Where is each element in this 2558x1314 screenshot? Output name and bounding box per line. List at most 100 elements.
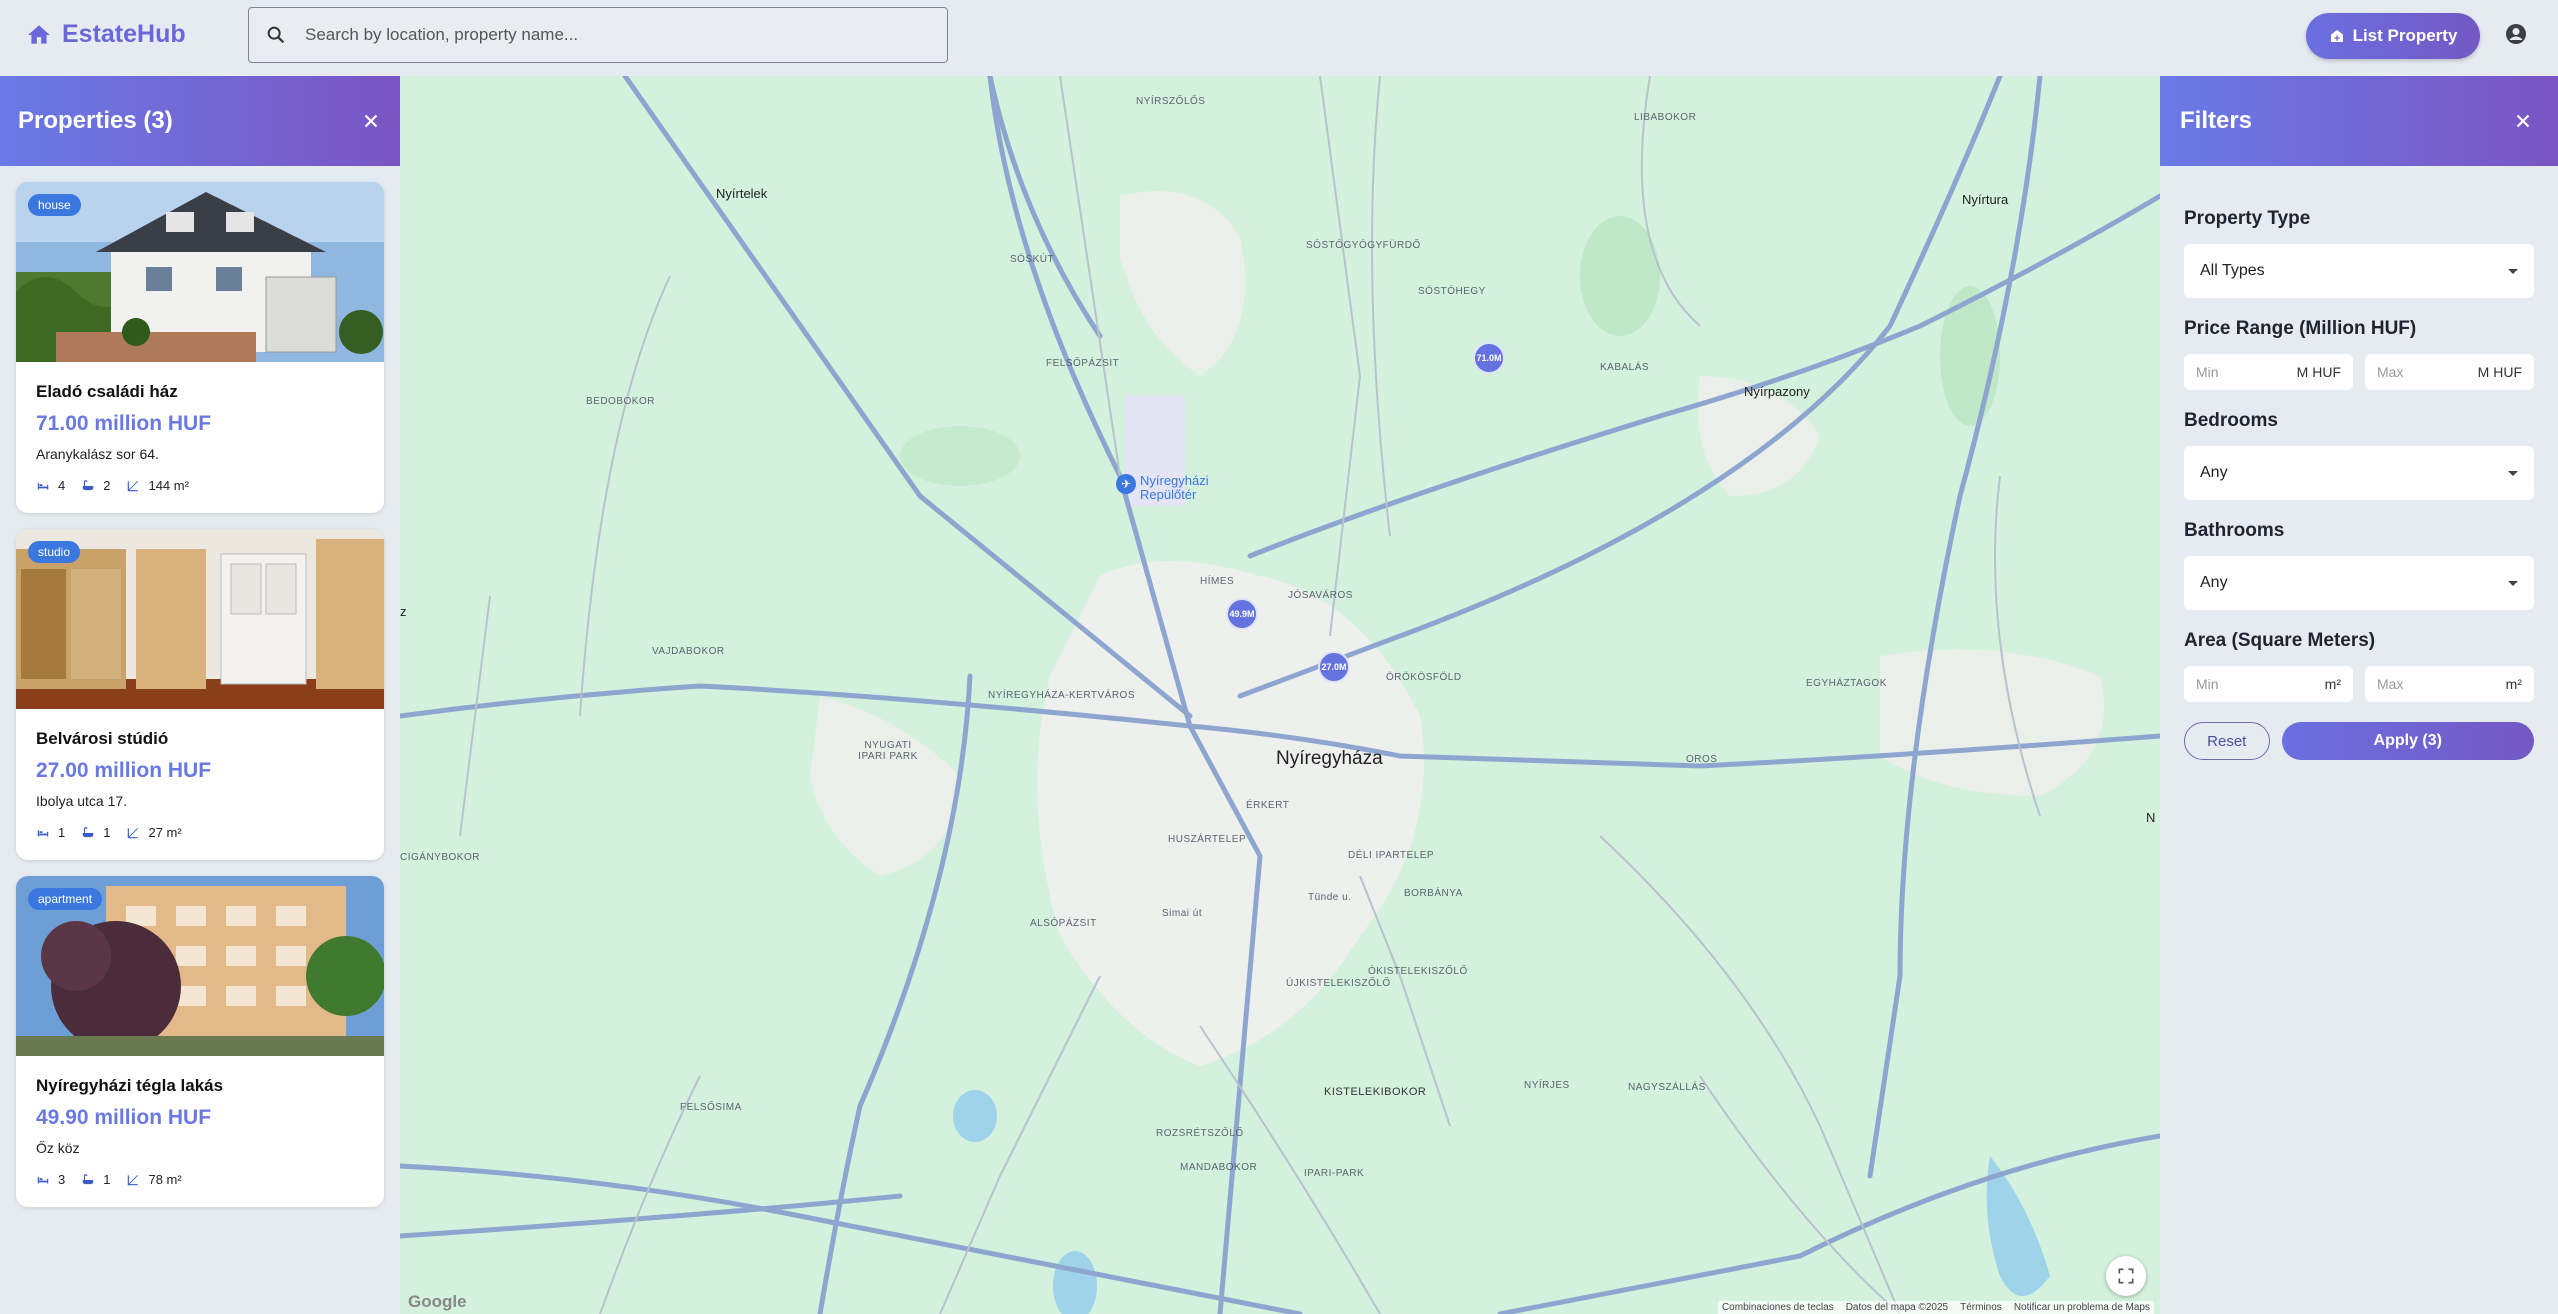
area-min-input[interactable]: Min m² [2184, 666, 2353, 702]
map-label: JÓSAVÁROS [1288, 590, 1353, 601]
map-label: KABALÁS [1600, 362, 1650, 373]
map-label: MANDABOKOR [1180, 1162, 1258, 1173]
map-label: N [2146, 810, 2156, 825]
price-min-input[interactable]: Min M HUF [2184, 354, 2353, 390]
properties-panel: Properties (3) house Eladó családi ház 7… [0, 76, 400, 1314]
bed-icon [37, 1176, 49, 1183]
property-pin[interactable]: 71.0M [1473, 342, 1505, 374]
property-type-select[interactable]: All Types [2184, 244, 2534, 298]
map-label: NYÍRJES [1524, 1080, 1570, 1091]
property-address: Aranykalász sor 64. [36, 446, 159, 462]
chevron-down-icon [2508, 470, 2518, 476]
close-icon[interactable] [2512, 110, 2534, 132]
list-property-label: List Property [2352, 26, 2458, 45]
map-label: NYUGATI IPARI PARK [858, 740, 918, 762]
bathrooms-count: 2 [103, 478, 111, 493]
map-label: ROZSRÉTSZŐLŐ [1156, 1128, 1244, 1139]
bed-icon [37, 829, 49, 836]
chevron-down-icon [2508, 580, 2518, 586]
map-label: SÓSKÚT [1010, 254, 1055, 265]
map-footer-text: Datos del mapa ©2025 [1845, 1302, 1949, 1313]
bedrooms-count: 3 [58, 1172, 66, 1187]
properties-title: Properties (3) [18, 107, 173, 134]
search-input[interactable] [305, 25, 905, 45]
bathrooms-count: 1 [103, 825, 111, 840]
area-unit: m² [2324, 676, 2341, 692]
airport-marker[interactable]: ✈ Nyíregyházi Repülőtér [1116, 474, 1230, 502]
map-label: NYÍREGYHÁZA-KERTVÁROS [988, 690, 1136, 701]
bedrooms-value: Any [2200, 464, 2228, 481]
map-footer-link[interactable]: Términos [1960, 1302, 2002, 1313]
map-label: BEDOBOKOR [586, 396, 655, 407]
map-view[interactable]: Nyírtelek Nyírtura Nyírpazony BEDOBOKOR … [400, 76, 2160, 1314]
logo-text: EstateHub [62, 20, 186, 48]
fullscreen-icon [2118, 1268, 2134, 1284]
property-type-badge: apartment [28, 888, 103, 910]
map-label: HUSZÁRTELEP [1168, 834, 1247, 845]
map-label: SÓSTÓHEGY [1418, 286, 1486, 297]
property-address: Őz köz [36, 1140, 80, 1156]
area-max-input[interactable]: Max m² [2365, 666, 2534, 702]
area-icon [128, 480, 139, 491]
bath-icon [82, 479, 94, 490]
bedrooms-select[interactable]: Any [2184, 446, 2534, 500]
map-label: KISTELEKIBOKOR [1324, 1086, 1427, 1098]
property-photo: apartment [16, 876, 384, 1056]
filters-title: Filters [2180, 107, 2253, 134]
list-property-button[interactable]: List Property [2306, 13, 2480, 59]
price-max-input[interactable]: Max M HUF [2365, 354, 2534, 390]
property-pin[interactable]: 49.9M [1226, 598, 1258, 630]
filters-panel: Filters Property Type All Types Price Ra… [2160, 76, 2558, 1314]
property-type-badge: studio [28, 541, 81, 563]
reset-button[interactable]: Reset [2184, 722, 2270, 760]
property-card[interactable]: apartment Nyíregyházi tégla lakás 49.90 … [16, 876, 384, 1207]
area-range: Min m² Max m² [2184, 666, 2534, 702]
airport-label: Nyíregyházi Repülőtér [1140, 473, 1209, 502]
map-label: VAJDABOKOR [652, 646, 725, 657]
map-footer-link[interactable]: Combinaciones de teclas [1722, 1302, 1834, 1313]
close-icon[interactable] [360, 110, 382, 132]
price-range: Min M HUF Max M HUF [2184, 354, 2534, 390]
property-address: Ibolya utca 17. [36, 793, 128, 809]
property-type-label: Property Type [2184, 208, 2311, 229]
bathrooms-select[interactable]: Any [2184, 556, 2534, 610]
property-name: Eladó családi ház [36, 382, 178, 401]
map-label: FELSŐPÁZSIT [1046, 358, 1120, 369]
logo[interactable]: EstateHub [26, 20, 186, 49]
bed-icon [37, 482, 49, 489]
map-label: Nyírtelek [716, 186, 768, 201]
property-price: 27.00 million HUF [36, 759, 212, 782]
property-card[interactable]: studio Belvárosi stúdió 27.00 million HU… [16, 529, 384, 860]
map-label: BORBÁNYA [1404, 888, 1463, 899]
map-label: NAGYSZÁLLÁS [1628, 1082, 1706, 1093]
area-value: 27 m² [148, 825, 182, 840]
add-home-icon [2330, 30, 2343, 42]
property-photo: studio [16, 529, 384, 709]
property-pin[interactable]: 27.0M [1318, 651, 1350, 683]
map-label: EGYHÁZTAGOK [1806, 678, 1887, 689]
map-label: OROS [1686, 754, 1718, 765]
apply-button[interactable]: Apply (3) [2281, 722, 2534, 760]
map-footer: Combinaciones de teclas Datos del mapa ©… [1717, 1301, 2154, 1314]
search-bar[interactable] [248, 7, 948, 63]
map-footer-link[interactable]: Notificar un problema de Maps [2014, 1302, 2150, 1313]
area-min-placeholder: Min [2196, 676, 2219, 692]
property-card[interactable]: house Eladó családi ház 71.00 million HU… [16, 182, 384, 513]
map-label: ÓKISTELEKISZŐLŐ [1368, 966, 1468, 977]
map-label: IPARI-PARK [1304, 1168, 1365, 1179]
area-icon [128, 827, 139, 838]
account-icon[interactable] [2504, 22, 2528, 46]
map-label: z [400, 604, 407, 619]
property-name: Nyíregyházi tégla lakás [36, 1076, 224, 1095]
fullscreen-button[interactable] [2106, 1256, 2146, 1296]
price-unit: M HUF [2296, 364, 2341, 380]
bedrooms-count: 4 [58, 478, 66, 493]
area-unit: m² [2505, 676, 2522, 692]
google-logo: Google [408, 1292, 467, 1311]
map-label: CIGÁNYBOKOR [400, 852, 480, 863]
property-name: Belvárosi stúdió [36, 729, 169, 748]
airplane-icon: ✈ [1116, 474, 1136, 494]
area-value: 144 m² [148, 478, 189, 493]
filters-panel-header: Filters [2160, 76, 2558, 166]
map-label: LIBABOKOR [1634, 112, 1697, 123]
